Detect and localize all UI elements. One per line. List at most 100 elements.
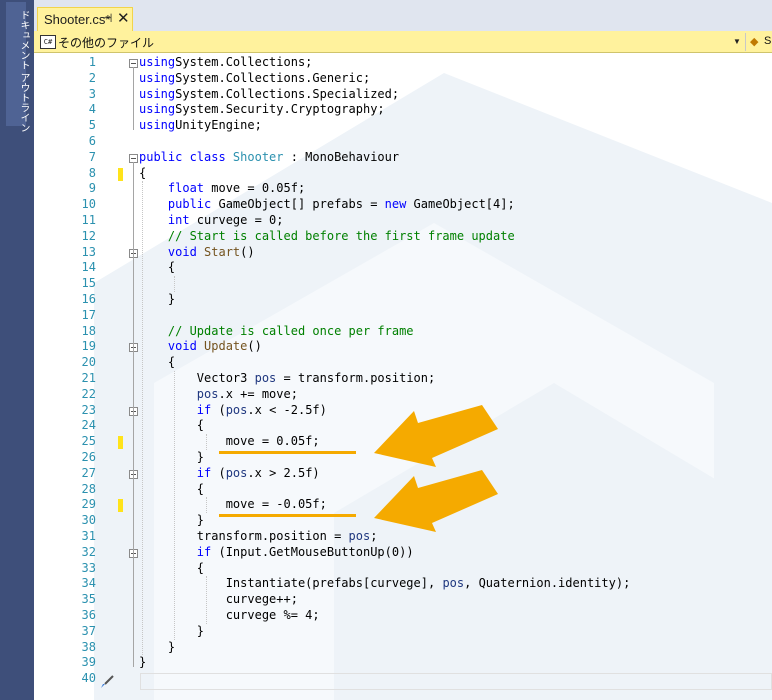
code-line: if (pos.x < -2.5f) [139,403,327,419]
code-token: Shooter [225,149,284,164]
type-dropdown[interactable]: ◆ S [745,33,772,51]
indent-guide [174,276,175,292]
code-line: move = 0.05f; [139,434,320,450]
code-line: if (pos.x > 2.5f) [139,466,320,482]
line-number: 3 [88,86,96,101]
code-token: (Input.GetMouseButtonUp(0)) [211,544,414,559]
line-number: 24 [81,418,96,433]
code-line: usingSystem.Collections.Specialized; [139,87,399,103]
code-token: } [139,639,176,654]
code-token: float [139,181,205,196]
line-number: 27 [81,465,96,480]
line-number: 32 [81,544,96,559]
code-editor[interactable]: 1 usingSystem.Collections; 2 usingSystem.Co… [34,53,772,700]
code-token: System.Collections; [175,55,313,69]
code-token: if [139,544,212,559]
code-line: // Update is called once per frame [139,324,414,340]
code-token: if [139,465,212,480]
line-number: 9 [88,181,96,196]
brush-icon[interactable] [100,675,114,689]
chevron-down-icon[interactable]: ▼ [731,35,743,49]
code-line: usingSystem.Collections; [139,55,312,71]
indent-guide [142,181,143,656]
line-number: 34 [81,576,96,591]
line-number: 31 [81,529,96,543]
code-line: Vector3 pos = transform.position; [139,371,435,387]
document-outline-label: ドキュメント アウトライン [18,10,29,133]
line-number: 8 [88,165,96,180]
code-token: } [139,513,205,528]
line-number: 38 [81,639,96,654]
code-token: pos [225,465,248,480]
code-line: if (Input.GetMouseButtonUp(0)) [139,545,414,561]
code-token: public [139,197,212,212]
code-token: } [139,450,205,464]
code-token: move = 0.05f; [204,181,306,196]
project-dropdown-label[interactable]: その他のファイル [58,34,154,51]
line-number: 20 [81,355,96,370]
code-token: if [139,402,212,417]
tab-shooter-cs[interactable]: Shooter.cs* ⊣ ✕ [37,7,133,31]
type-dropdown-label: S [764,35,772,47]
code-token: { [139,165,147,180]
code-line: } [139,624,204,640]
pin-icon[interactable]: ⊣ [102,11,112,25]
line-number: 10 [81,197,96,212]
code-token: Vector3 [139,371,255,385]
code-line: { [139,418,204,434]
code-line: { [139,355,175,371]
code-token: { [139,418,205,433]
indent-guide [206,576,207,624]
line-number: 26 [81,450,96,464]
line-number: 33 [81,560,96,575]
code-token: .x > 2.5f) [247,465,320,480]
code-token: } [139,655,147,670]
close-icon[interactable]: ✕ [117,9,130,27]
code-token: ( [211,402,226,417]
annotation-arrow-2 [374,470,498,532]
document-outline-tab[interactable]: ドキュメント アウトライン [6,2,29,133]
code-token: Start [196,244,241,259]
code-token: System.Collections.Specialized; [175,86,400,101]
code-line: } [139,292,175,308]
code-token: GameObject[4]; [406,197,515,212]
code-token: using [139,55,176,69]
code-token: UnityEngine; [175,118,262,133]
outline-bracket [133,556,134,636]
outline-bracket [133,477,134,526]
class-icon: ◆ [750,36,759,48]
outline-bracket [133,67,134,131]
code-line: } [139,513,204,529]
line-number: 6 [88,134,96,148]
indent-guide [206,434,207,450]
line-number: 19 [81,339,96,354]
code-line: { [139,561,204,577]
code-line: { [139,260,175,276]
line-number: 22 [81,386,96,401]
code-token: pos [254,371,277,385]
code-token: public class [139,149,226,164]
code-line: curvege %= 4; [139,608,320,624]
code-line: // Start is called before the first fram… [139,229,515,245]
line-number: 1 [88,55,96,69]
code-token: () [247,339,262,354]
code-token: Instantiate(prefabs[curvege], [139,576,443,591]
code-token: curvege %= 4; [139,608,320,622]
code-line: curvege++; [139,592,298,608]
line-number: 35 [81,592,96,607]
code-token: { [139,355,176,370]
code-line: void Update() [139,339,262,355]
line-number: 12 [81,228,96,243]
code-token: int [139,213,190,227]
annotation-arrow-1 [374,405,498,467]
code-line: public GameObject[] prefabs = new GameOb… [139,197,515,213]
code-token: { [139,560,205,575]
code-token: : MonoBehaviour [283,149,400,164]
code-line: pos.x += move; [139,387,298,403]
code-line: float move = 0.05f; [139,181,305,197]
line-number: 37 [81,623,96,638]
code-token: pos [225,402,248,417]
code-token: pos [442,576,465,591]
document-outline-strip: ドキュメント アウトライン [0,0,34,700]
code-token: void [139,244,197,259]
